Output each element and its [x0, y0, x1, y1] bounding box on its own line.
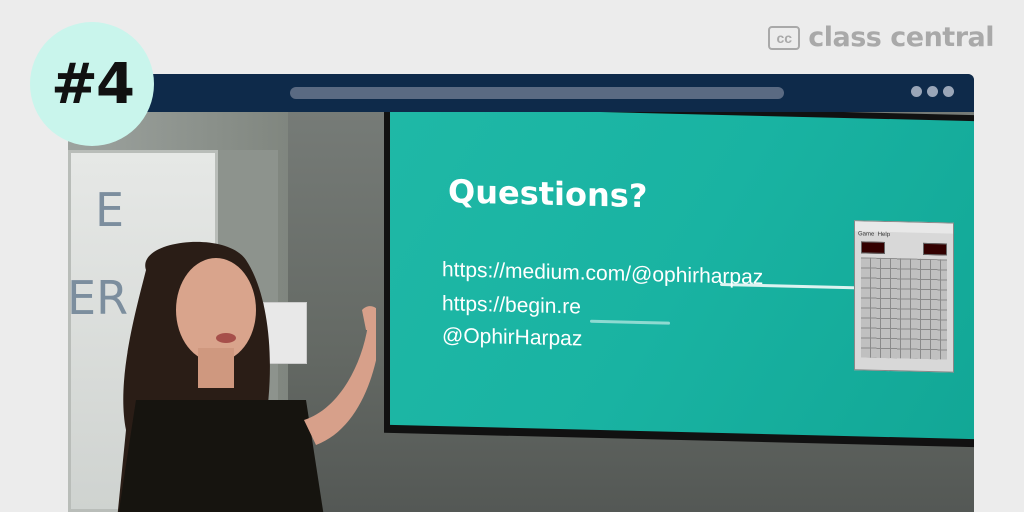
- window-dots-icon: [911, 86, 954, 97]
- number-badge: #4: [30, 22, 154, 146]
- minesweeper-grid: [861, 257, 947, 360]
- browser-window: E ER Questions? https://medium.com/@ophi…: [68, 74, 974, 512]
- slide-link-medium: https://medium.com/@ophirharpaz: [442, 258, 764, 289]
- brand-name: class central: [808, 22, 994, 53]
- whiteboard-handwriting: E: [95, 183, 125, 237]
- badge-label: #4: [51, 51, 135, 117]
- minesweeper-menu-help: Help: [877, 231, 891, 239]
- minesweeper-window-icon: Game Help: [854, 220, 954, 373]
- light-glare: [590, 319, 670, 325]
- url-bar: [290, 87, 784, 99]
- slide-link-begin: https://begin.re: [442, 292, 581, 319]
- talk-photo: E ER Questions? https://medium.com/@ophi…: [68, 112, 974, 512]
- minesweeper-menu-game: Game: [858, 231, 875, 238]
- class-central-logo-icon: cc: [768, 25, 801, 50]
- minesweeper-counters: [855, 241, 953, 257]
- slide-title: Questions?: [448, 172, 648, 216]
- presentation-screen: Questions? https://medium.com/@ophirharp…: [390, 112, 974, 440]
- slide-link-twitter: @OphirHarpaz: [442, 324, 583, 351]
- class-central-brand: cc class central: [768, 22, 994, 53]
- window-titlebar: [68, 74, 974, 112]
- speaker-person: [117, 241, 376, 512]
